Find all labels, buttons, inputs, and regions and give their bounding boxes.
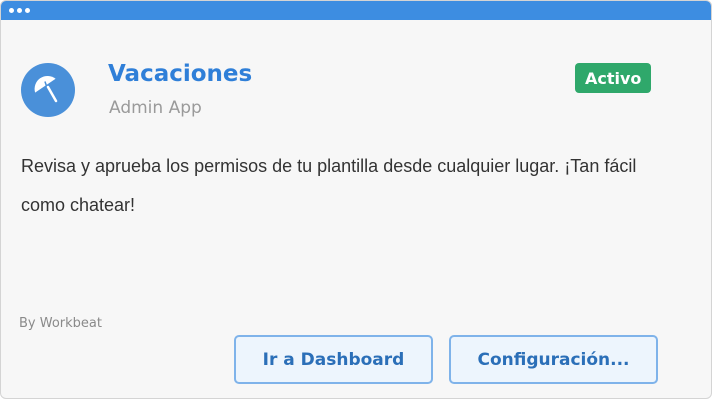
go-to-dashboard-button[interactable]: Ir a Dashboard [234, 335, 433, 384]
app-card-window: Vacaciones Admin App Activo Revisa y apr… [0, 0, 712, 399]
beach-umbrella-icon [21, 63, 75, 117]
publisher-byline: By Workbeat [19, 316, 102, 331]
window-menu-dots[interactable] [9, 8, 30, 13]
app-description: Revisa y aprueba los permisos de tu plan… [21, 156, 637, 215]
dot [25, 8, 30, 13]
dot [17, 8, 22, 13]
status-badge: Activo [575, 63, 652, 93]
app-subtitle: Admin App [109, 98, 202, 118]
app-title: Vacaciones [108, 61, 253, 87]
window-titlebar [1, 1, 711, 20]
configuration-button[interactable]: Configuración... [449, 335, 658, 384]
dot [9, 8, 14, 13]
